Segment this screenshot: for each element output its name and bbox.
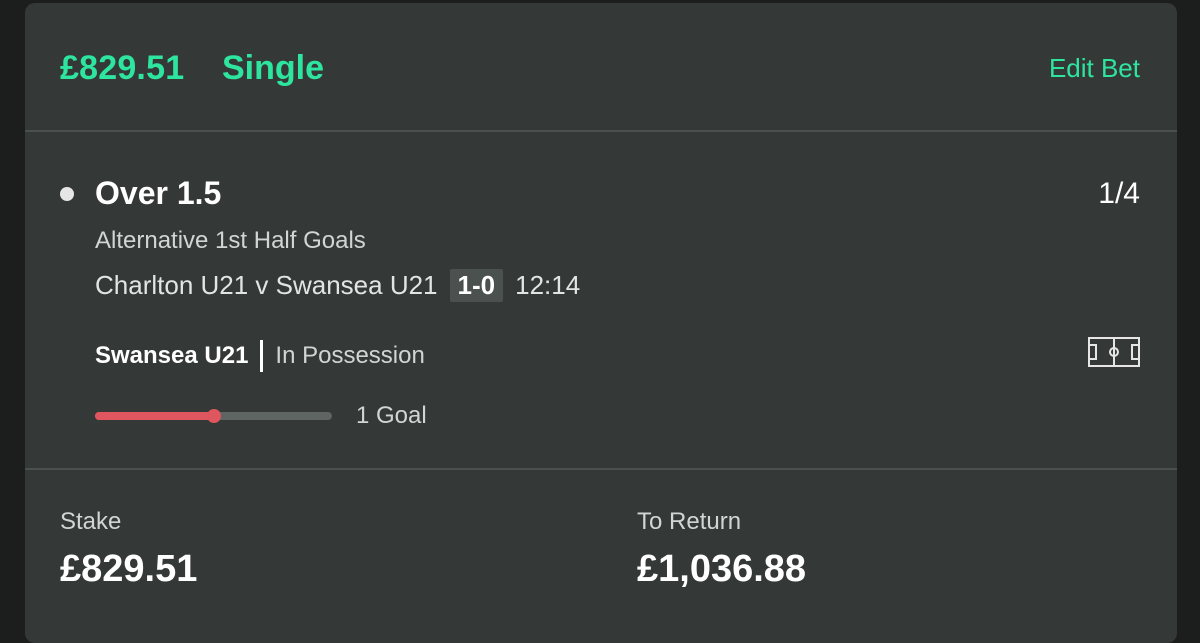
possession-divider: [260, 340, 264, 372]
goal-progress: 1 Goal: [95, 402, 427, 430]
stake-label: Stake: [60, 508, 122, 535]
goal-progress-knob: [206, 409, 221, 423]
return-label: To Return: [637, 508, 742, 535]
pitch-icon[interactable]: [1088, 337, 1140, 367]
match-clock: 12:14: [515, 270, 581, 300]
bet-card: £829.51 Single Edit Bet Over 1.5 1/4 Alt…: [25, 3, 1177, 643]
selection-name: Over 1.5: [95, 175, 222, 211]
goal-progress-fill: [95, 412, 214, 420]
event-line: Charlton U21 v Swansea U21 1-0 12:14: [95, 269, 580, 302]
selection-panel: Over 1.5 1/4 Alternative 1st Half Goals …: [25, 132, 1177, 470]
bet-amount: £829.51: [60, 49, 185, 87]
stake-value: £829.51: [60, 548, 198, 590]
selection-bullet-icon: [60, 187, 74, 201]
possession-team: Swansea U21: [95, 342, 249, 369]
goal-progress-track: [95, 409, 332, 423]
return-value: £1,036.88: [637, 548, 807, 590]
market-name: Alternative 1st Half Goals: [95, 227, 366, 254]
possession-indicator: Swansea U21 In Possession: [95, 340, 425, 372]
goal-progress-label: 1 Goal: [356, 402, 427, 429]
selection-odds: 1/4: [1098, 177, 1140, 210]
possession-label: In Possession: [275, 342, 425, 369]
score-badge: 1-0: [449, 269, 504, 302]
bet-type: Single: [222, 49, 325, 87]
bet-header: £829.51 Single Edit Bet: [25, 3, 1177, 132]
bet-footer: Stake £829.51 To Return £1,036.88: [25, 470, 1177, 640]
edit-bet-link[interactable]: Edit Bet: [1049, 53, 1140, 84]
event-name: Charlton U21 v Swansea U21: [95, 270, 438, 300]
